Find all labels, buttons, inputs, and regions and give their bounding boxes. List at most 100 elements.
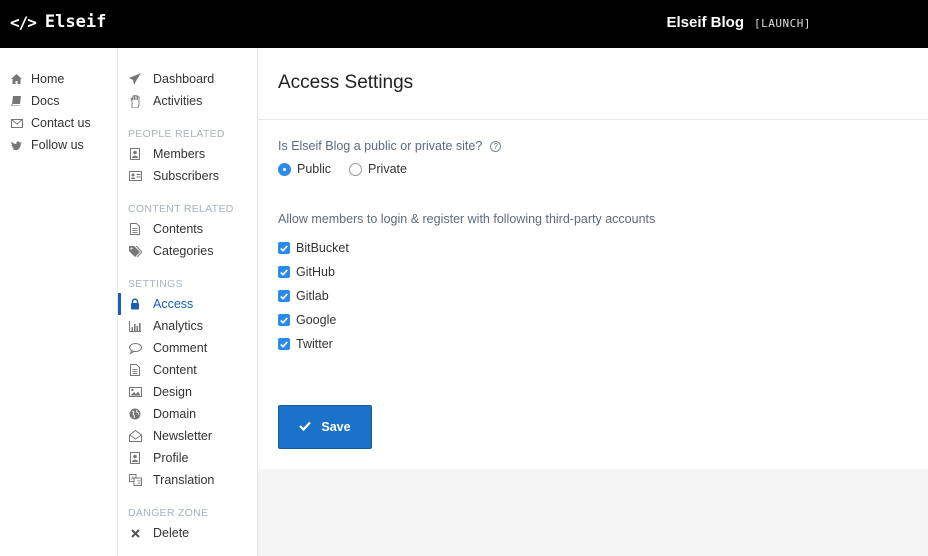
radio-public[interactable]: Public (278, 162, 331, 176)
sidebar-item-label: Domain (153, 407, 197, 421)
title-divider (258, 119, 928, 120)
radio-public-label: Public (297, 162, 332, 176)
sidebar-item-label: Translation (153, 473, 215, 487)
twitter-icon (10, 139, 23, 152)
sidebar-item-label: Profile (153, 451, 189, 465)
user-badge-icon (128, 147, 142, 161)
checkbox-bitbucket[interactable]: BitBucket (278, 240, 349, 256)
visibility-question-label: Is Elseif Blog a public or private site? (278, 139, 483, 153)
checkbox-label: Google (296, 313, 337, 327)
sidebar-item-label: Newsletter (153, 429, 213, 443)
sidebar-item-content[interactable]: Content (118, 359, 257, 381)
code-icon: </> (10, 12, 37, 32)
checkbox-google[interactable]: Google (278, 312, 336, 328)
checkbox-checked-icon[interactable] (278, 242, 290, 254)
save-button[interactable]: Save (278, 405, 372, 449)
site-title[interactable]: Elseif Blog (667, 14, 745, 31)
radio-private[interactable]: Private (349, 162, 407, 176)
brand-name: Elseif (44, 12, 107, 32)
checkbox-label: Twitter (296, 337, 333, 351)
tags-icon (128, 244, 142, 258)
sidebar-item-label: Analytics (153, 319, 204, 333)
brand-link[interactable]: </> Elseif (10, 12, 106, 32)
checkbox-label: BitBucket (296, 241, 349, 255)
sidebar-item-analytics[interactable]: Analytics (118, 315, 257, 337)
checkbox-gitlab[interactable]: Gitlab (278, 288, 329, 304)
sidebar-item-subscribers[interactable]: Subscribers (118, 165, 257, 187)
sidebar-item-newsletter[interactable]: Newsletter (118, 425, 257, 447)
book-icon (10, 95, 23, 108)
sidebar-item-design[interactable]: Design (118, 381, 257, 403)
radio-private-label: Private (368, 162, 407, 176)
envelope-open-icon (128, 429, 142, 443)
settings-sidebar: Dashboard Activities PEOPLE RELATED Memb… (118, 48, 258, 556)
providers-question: Allow members to login & register with f… (278, 212, 656, 226)
envelope-icon (10, 117, 23, 130)
paper-plane-icon (128, 72, 142, 86)
sidebar-item-label: Subscribers (153, 169, 219, 183)
sidebar-item-contact[interactable]: Contact us (10, 112, 91, 134)
comment-icon (128, 341, 142, 355)
sidebar-item-label: Home (31, 72, 65, 86)
sidebar-item-profile[interactable]: Profile (118, 447, 257, 469)
help-icon[interactable]: ? (490, 140, 502, 152)
page-title: Access Settings (278, 72, 414, 93)
checkbox-github[interactable]: GitHub (278, 264, 335, 280)
sidebar-item-docs[interactable]: Docs (10, 90, 59, 112)
sidebar-item-label: Members (153, 147, 206, 161)
visibility-question: Is Elseif Blog a public or private site?… (278, 139, 502, 153)
sidebar-item-label: Delete (153, 526, 190, 540)
sidebar-item-access[interactable]: Access (118, 293, 257, 315)
section-heading-settings: SETTINGS (128, 278, 183, 290)
sidebar-item-label: Access (153, 297, 194, 311)
checkbox-checked-icon[interactable] (278, 338, 290, 350)
checkbox-twitter[interactable]: Twitter (278, 336, 333, 352)
sidebar-item-label: Follow us (31, 138, 84, 152)
sidebar-item-label: Comment (153, 341, 208, 355)
sidebar-item-label: Activities (153, 94, 203, 108)
visibility-radio-group: Public Private (278, 162, 407, 176)
sidebar-item-label: Contents (153, 222, 204, 236)
launch-link[interactable]: [LAUNCH] (754, 17, 811, 30)
sidebar-item-dashboard[interactable]: Dashboard (118, 68, 257, 90)
sidebar-item-home[interactable]: Home (10, 68, 64, 90)
bar-chart-icon (128, 319, 142, 333)
sidebar-item-label: Design (153, 385, 192, 399)
svg-text:A: A (131, 476, 135, 482)
section-heading-danger: DANGER ZONE (128, 507, 209, 519)
lock-icon (128, 297, 142, 311)
checkbox-checked-icon[interactable] (278, 266, 290, 278)
globe-icon (128, 407, 142, 421)
primary-sidebar: Home Docs Contact us Follow us (0, 48, 118, 556)
sidebar-item-translation[interactable]: A文 Translation (118, 469, 257, 491)
sidebar-item-label: Contact us (31, 116, 91, 130)
sidebar-item-activities[interactable]: Activities (118, 90, 257, 112)
checkbox-label: Gitlab (296, 289, 329, 303)
svg-text:文: 文 (136, 479, 141, 486)
id-card-icon (128, 169, 142, 183)
home-icon (10, 73, 23, 86)
radio-private-indicator[interactable] (349, 162, 363, 176)
sidebar-item-comment[interactable]: Comment (118, 337, 257, 359)
site-header: Elseif Blog [LAUNCH] (667, 14, 812, 31)
checkbox-checked-icon[interactable] (278, 290, 290, 302)
sidebar-item-label: Dashboard (153, 72, 215, 86)
sidebar-item-contents[interactable]: Contents (118, 218, 257, 240)
main-footer-area (258, 469, 928, 556)
sidebar-item-follow[interactable]: Follow us (10, 134, 84, 156)
sidebar-item-label: Docs (31, 94, 60, 108)
language-icon: A文 (128, 473, 142, 487)
close-icon (128, 526, 142, 540)
sidebar-item-delete[interactable]: Delete (118, 522, 257, 544)
sidebar-item-domain[interactable]: Domain (118, 403, 257, 425)
checkbox-checked-icon[interactable] (278, 314, 290, 326)
sidebar-item-categories[interactable]: Categories (118, 240, 257, 262)
image-icon (128, 385, 142, 399)
checkbox-label: GitHub (296, 265, 335, 279)
section-heading-people: PEOPLE RELATED (128, 128, 225, 140)
check-icon (299, 420, 312, 434)
sidebar-item-members[interactable]: Members (118, 143, 257, 165)
section-heading-content: CONTENT RELATED (128, 203, 234, 215)
profile-icon (128, 451, 142, 465)
radio-public-indicator[interactable] (278, 162, 291, 176)
